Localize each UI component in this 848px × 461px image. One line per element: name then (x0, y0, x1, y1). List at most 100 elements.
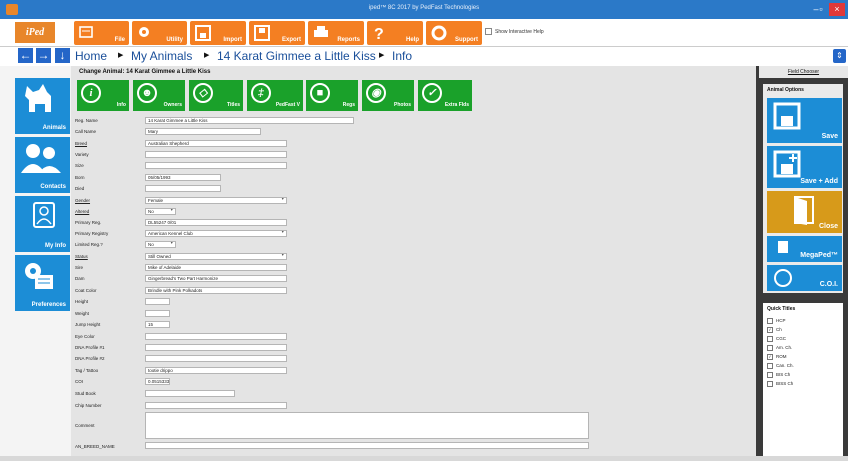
tab-titles[interactable]: ◇ Titles (189, 80, 243, 111)
field-label: DNA Profile #2 (75, 356, 105, 361)
shield-icon: ◇ (193, 83, 213, 103)
status-select[interactable]: Still Owned (145, 253, 287, 260)
breadcrumb-animal[interactable]: 14 Karat Gimmee a Little Kiss (217, 49, 376, 63)
comment-textarea[interactable] (145, 412, 589, 439)
quick-title-item[interactable]: HCP (767, 318, 786, 325)
field-label: Sire (75, 265, 84, 270)
sidebar-label-animals: Animals (42, 125, 66, 131)
maximize-button[interactable]: ▫ (815, 3, 827, 16)
help-button[interactable]: ? Help (367, 21, 423, 45)
quick-title-label: Am. Ch. (776, 345, 793, 351)
primary-reg-input[interactable]: DL55247 0/01 (145, 219, 287, 226)
primary-registry-select[interactable]: American Kennel Club (145, 230, 287, 237)
an-breed-name-input[interactable] (145, 442, 589, 449)
dam-input[interactable]: Gingerbread's Two Part Harmonize (145, 275, 287, 282)
tab-regs[interactable]: ■ Regs (306, 80, 358, 111)
quick-title-item[interactable]: BIS Ch (767, 372, 790, 379)
arrow-left-icon: ← (19, 48, 32, 62)
forward-button[interactable]: → (36, 48, 51, 63)
checkbox-icon (767, 345, 773, 351)
tab-label: PedFast V (275, 102, 300, 108)
tab-label: Regs (342, 102, 355, 108)
field-label: Call Name (75, 129, 97, 134)
coi-input[interactable]: 0.0515333 (145, 378, 170, 385)
variety-input[interactable] (145, 151, 287, 158)
reports-label: Reports (337, 37, 360, 43)
height-input[interactable] (145, 298, 170, 305)
gender-select[interactable]: Female (145, 197, 287, 204)
sidebar-label-my-info: My Info (45, 243, 66, 249)
weight-input[interactable] (145, 310, 170, 317)
ipeds-logo: iPed (15, 22, 55, 43)
file-button[interactable]: File (74, 21, 129, 45)
quick-title-item[interactable]: Can. Ch. (767, 363, 794, 370)
field-label: Breed (75, 141, 88, 146)
close-button[interactable]: Close (767, 191, 842, 233)
tab-photos[interactable]: ◉ Photos (362, 80, 414, 111)
jump-height-input[interactable]: 15 (145, 321, 170, 328)
quick-title-item[interactable]: BISS Ch (767, 381, 793, 388)
altered-select[interactable]: No (145, 208, 176, 215)
breadcrumb-info[interactable]: Info (392, 49, 412, 63)
quick-title-item[interactable]: Am. Ch. (767, 345, 792, 352)
tab-extra-flds[interactable]: ✓ Extra Flds (418, 80, 472, 111)
coi-button[interactable]: C.O.I. (767, 265, 842, 291)
close-window-button[interactable]: × (829, 3, 845, 16)
sidebar-item-preferences[interactable]: Preferences (15, 255, 70, 311)
navigation-bar (0, 47, 848, 67)
sidebar-item-animals[interactable]: Animals (15, 78, 70, 134)
quick-title-item[interactable]: ✓ ROM (767, 354, 787, 361)
breadcrumb-my-animals[interactable]: My Animals (131, 49, 192, 63)
sidebar-item-contacts[interactable]: Contacts (15, 137, 70, 193)
quick-title-item[interactable]: ✓ Ch (767, 327, 782, 334)
limited-reg-select[interactable]: No (145, 241, 176, 248)
preferences-icon (25, 263, 53, 289)
export-button[interactable]: Export (249, 21, 305, 45)
down-button[interactable]: ↓ (55, 48, 70, 63)
save-add-button[interactable]: Save + Add (767, 146, 842, 188)
reg-name-input[interactable]: 14 Karat Gimmee a Little Kiss (145, 117, 354, 124)
animal-options-title: Animal Options (767, 87, 804, 93)
sire-input[interactable]: Mike of Adelaide (145, 264, 287, 271)
support-button[interactable]: Support (426, 21, 482, 45)
printer-icon (314, 26, 328, 37)
save-button[interactable]: Save (767, 98, 842, 143)
dna-profile-2-input[interactable] (145, 355, 287, 362)
dna-profile-1-input[interactable] (145, 344, 287, 351)
checkbox-icon (767, 318, 773, 324)
utility-button[interactable]: Utility (132, 21, 187, 45)
tab-pedfast-v[interactable]: ‡ PedFast V (247, 80, 303, 111)
import-button[interactable]: Import (190, 21, 246, 45)
size-input[interactable] (145, 162, 287, 169)
died-input[interactable] (145, 185, 221, 192)
support-label: Support (455, 37, 478, 43)
born-input[interactable]: 05/05/1993 (145, 174, 221, 181)
megaped-button[interactable]: MegaPed™ (767, 236, 842, 262)
close-label: Close (818, 223, 838, 230)
stud-book-input[interactable] (145, 390, 235, 397)
sidebar-item-my-info[interactable]: My Info (15, 196, 70, 252)
coat-color-input[interactable]: Brindle with Pink Polkadots (145, 287, 287, 294)
question-icon: ? (374, 26, 384, 42)
breed-input[interactable]: Australian Shepherd (145, 140, 287, 147)
field-label: Limited Reg.? (75, 242, 103, 247)
tab-owners[interactable]: ☻ Owners (133, 80, 185, 111)
field-label: Coat Color (75, 288, 97, 293)
quick-title-label: Ch (776, 327, 782, 333)
nav-options-button[interactable]: ⇕ (833, 49, 846, 63)
back-button[interactable]: ← (18, 48, 33, 63)
eye-color-input[interactable] (145, 333, 287, 340)
quick-title-item[interactable]: CGC (767, 336, 786, 343)
people-icon (21, 144, 61, 173)
show-help-checkbox[interactable]: Show Interactive Help (485, 28, 565, 38)
save-icon (773, 102, 801, 130)
tab-info[interactable]: i Info (77, 80, 129, 111)
reports-button[interactable]: Reports (308, 21, 364, 45)
field-label: Weight (75, 311, 89, 316)
breadcrumb-home[interactable]: Home (75, 49, 107, 63)
tag-tattoo-input[interactable]: tootie drippo (145, 367, 287, 374)
field-chooser-link[interactable]: Field Chooser (759, 66, 848, 78)
call-name-input[interactable]: Mary (145, 128, 261, 135)
chip-number-input[interactable] (145, 402, 287, 409)
field-label: Reg. Name (75, 118, 98, 123)
